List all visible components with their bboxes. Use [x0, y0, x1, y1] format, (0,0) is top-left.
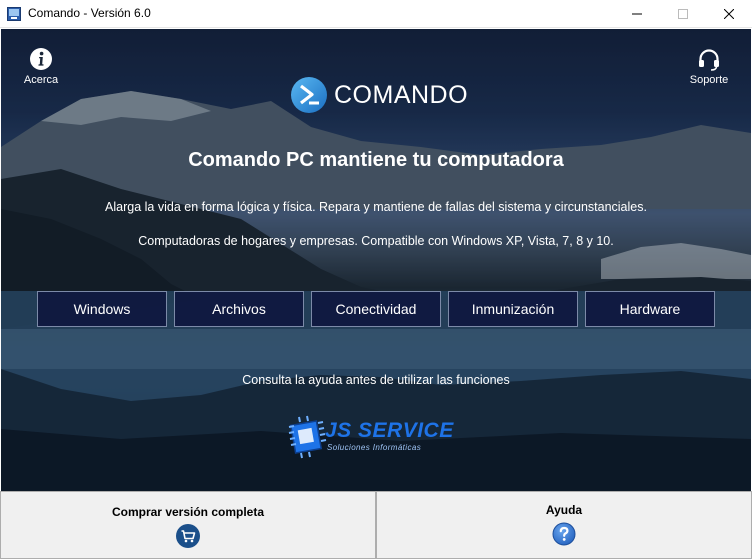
- minimize-button[interactable]: [614, 0, 660, 28]
- main-panel: Acerca Soporte COMANDO Comando PC mantie…: [1, 29, 751, 491]
- description-line-1: Alarga la vida en forma lógica y física.…: [105, 200, 647, 214]
- help-hint-text: Consulta la ayuda antes de utilizar las …: [242, 373, 510, 387]
- about-label: Acerca: [23, 74, 59, 86]
- help-button[interactable]: Ayuda: [376, 491, 752, 559]
- windows-button[interactable]: Windows: [37, 291, 167, 327]
- info-icon: [30, 48, 52, 70]
- maximize-button[interactable]: [660, 0, 706, 28]
- cart-icon: [176, 524, 200, 548]
- archivos-button[interactable]: Archivos: [174, 291, 304, 327]
- headset-icon: [699, 49, 719, 71]
- app-icon: [7, 7, 21, 21]
- help-label: Ayuda: [545, 503, 583, 517]
- app-logo: COMANDO: [290, 76, 468, 114]
- window-title: Comando - Versión 6.0: [28, 6, 151, 20]
- window-title-bar: Comando - Versión 6.0: [0, 0, 752, 28]
- logo-name: COMANDO: [334, 80, 469, 109]
- brand-subtitle: Soluciones Informáticas: [327, 443, 422, 452]
- support-label: Soporte: [689, 74, 729, 86]
- brand-logo: JS SERVICE Soluciones Informáticas: [287, 409, 467, 467]
- minimize-icon: [632, 13, 642, 15]
- page-title: Comando PC mantiene tu computadora: [188, 149, 564, 171]
- maximize-icon: [678, 9, 688, 19]
- inmunizacion-button[interactable]: Inmunización: [448, 291, 578, 327]
- about-link[interactable]: Acerca: [19, 47, 63, 86]
- conectividad-button[interactable]: Conectividad: [311, 291, 441, 327]
- buy-label: Comprar versión completa: [111, 505, 265, 519]
- chip-icon: [288, 415, 327, 459]
- brand-title: JS SERVICE: [325, 419, 454, 442]
- description-line-2: Computadoras de hogares y empresas. Comp…: [138, 234, 614, 248]
- close-icon: [724, 9, 734, 19]
- terminal-prompt-icon: [291, 77, 327, 113]
- close-button[interactable]: [706, 0, 752, 28]
- hardware-button[interactable]: Hardware: [585, 291, 715, 327]
- question-icon: [552, 522, 576, 546]
- buy-full-version-button[interactable]: Comprar versión completa: [0, 491, 376, 559]
- support-link[interactable]: Soporte: [684, 47, 734, 86]
